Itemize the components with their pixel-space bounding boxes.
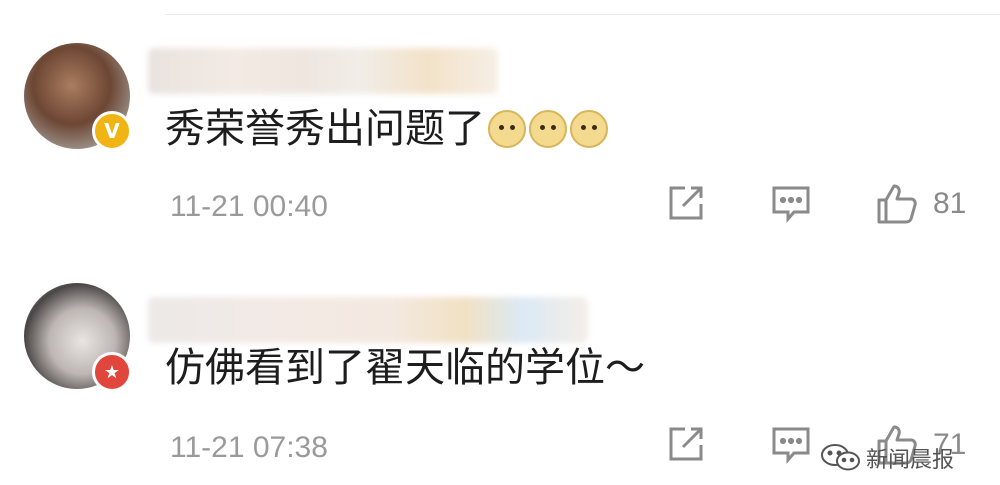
share-button[interactable] [665,182,707,228]
comment-body: 仿佛看到了翟天临的学位～ [165,345,645,391]
comment-text: 秀荣誉秀出问题了 [165,105,608,153]
doge-emoji-icon [570,110,608,148]
comment-icon [772,427,810,465]
share-icon [669,427,703,461]
comment-timestamp: 11-21 07:38 [170,431,328,464]
share-button[interactable] [665,423,707,469]
comment-icon [772,186,810,224]
username-blurred[interactable] [148,297,588,343]
reply-button[interactable] [770,182,812,228]
username-blurred[interactable] [148,48,498,94]
watermark-text: 新闻晨报 [866,448,955,473]
reply-button[interactable] [770,423,812,469]
comment-timestamp: 11-21 00:40 [170,190,328,223]
doge-emoji-icon [488,110,526,148]
like-count: 81 [933,187,967,220]
verified-v-icon: V [92,111,132,151]
comment-body: 秀荣誉秀出问题了 [165,106,485,152]
wechat-icon [821,444,860,471]
comment-item: V 秀荣誉秀出问题了 11-21 00:40 81 [0,0,1000,240]
like-button[interactable]: 81 [875,182,966,226]
doge-emoji-icon [529,110,567,148]
watermark: 新闻晨报 [820,442,954,474]
star-badge-icon: ★ [92,352,132,392]
share-icon [669,186,703,220]
thumbs-up-icon [877,184,917,224]
comment-text: 仿佛看到了翟天临的学位～ [165,344,645,392]
